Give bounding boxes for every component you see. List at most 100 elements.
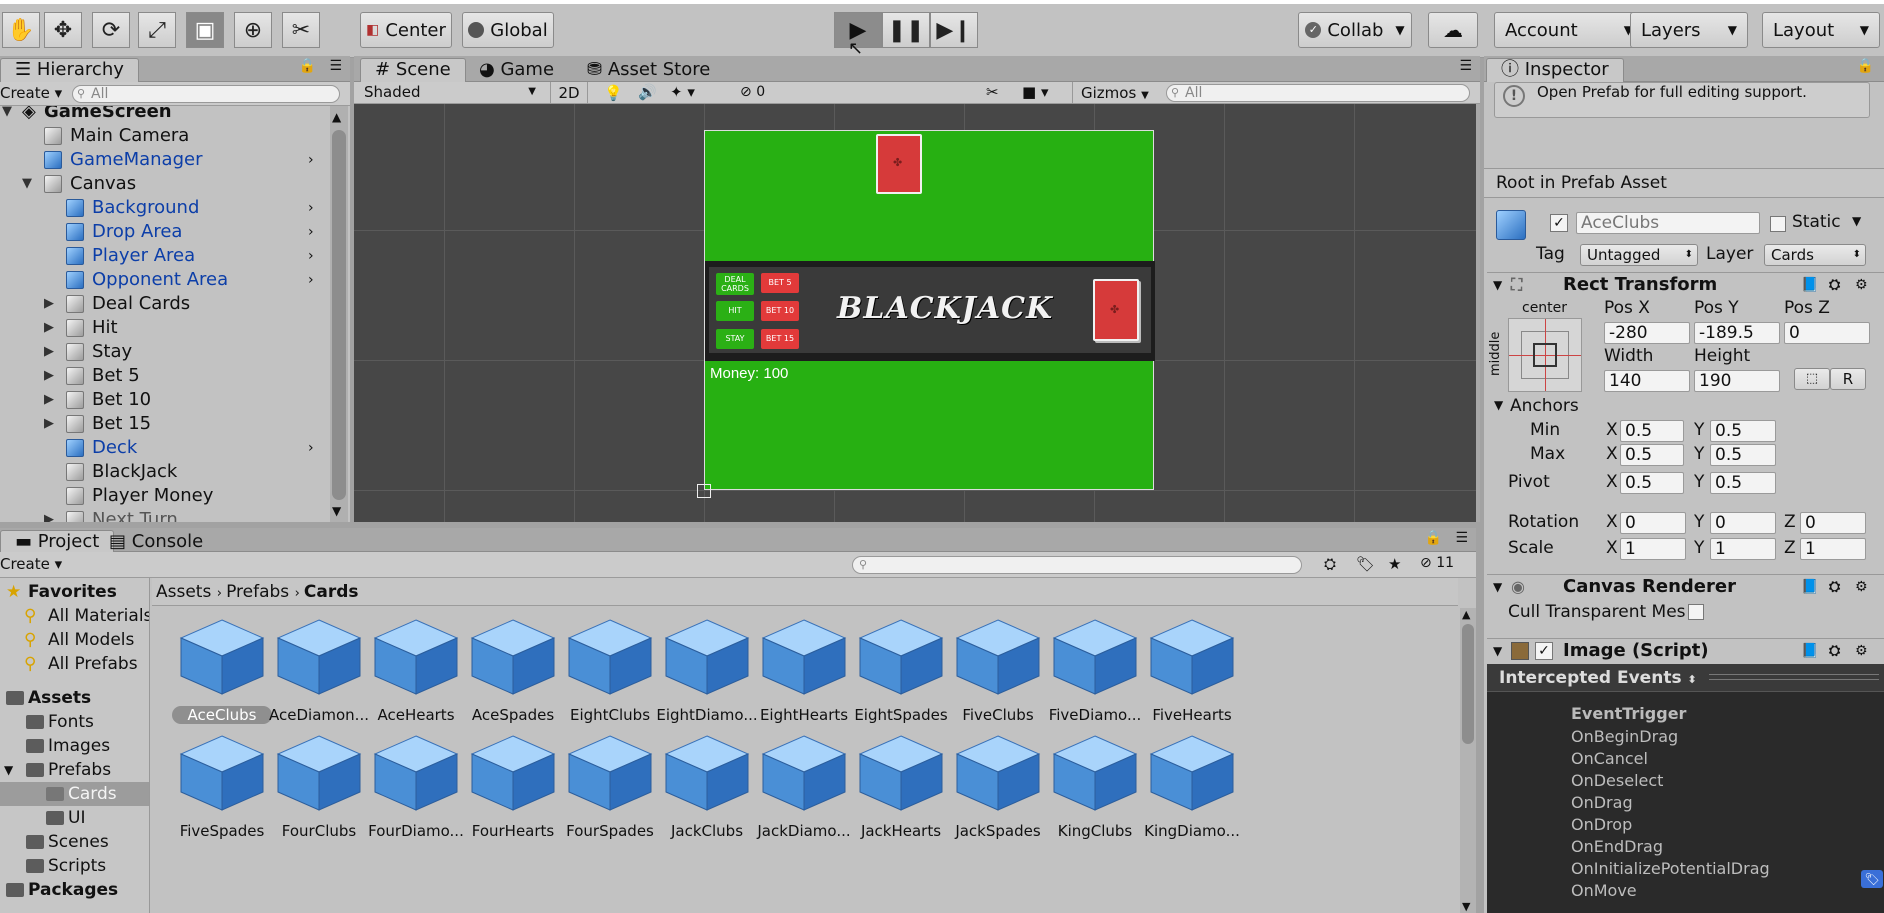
help-book-icon[interactable]: 📘 (1801, 639, 1818, 663)
cull-transparent-checkbox[interactable] (1688, 604, 1704, 620)
bet10-button[interactable]: BET 10 (761, 301, 799, 321)
gear-icon[interactable]: ⚙ (1855, 273, 1868, 297)
hierarchy-item[interactable]: ▼ Canvas (0, 172, 330, 196)
pivot-y-field[interactable]: 0.5 (1710, 472, 1776, 494)
preset-icon[interactable]: ⛭ (1829, 639, 1840, 663)
tag-dropdown[interactable]: Untagged ⬍ (1580, 244, 1698, 266)
hidden-objects-icon[interactable]: ⊘ 0 (740, 84, 765, 100)
hierarchy-item[interactable]: Opponent Area › (0, 268, 330, 292)
scale-tool-icon[interactable]: ⤢ (138, 12, 176, 48)
camera-icon[interactable]: ■ ▾ (1022, 83, 1048, 101)
hierarchy-item[interactable]: Player Money (0, 484, 330, 508)
game-canvas[interactable]: ✤ DEAL CARDS HIT STAY BET 5 BET 10 BET 1… (704, 130, 1155, 490)
pivot-center-toggle[interactable]: ◧ Center (360, 12, 452, 48)
static-checkbox[interactable] (1770, 216, 1786, 232)
hierarchy-item[interactable]: Main Camera (0, 124, 330, 148)
hierarchy-scrollbar[interactable]: ▲ ▼ (330, 106, 348, 522)
chevron-right-icon[interactable]: › (308, 196, 314, 220)
lock-icon[interactable]: 🔒 (1425, 530, 1442, 546)
stay-button[interactable]: STAY (716, 329, 754, 349)
step-button[interactable]: ▶❙ (930, 12, 978, 48)
anchor-max-x-field[interactable]: 0.5 (1620, 444, 1684, 466)
folder-images[interactable]: Images (0, 734, 149, 758)
anchor-max-y-field[interactable]: 0.5 (1710, 444, 1776, 466)
preset-icon[interactable]: ⛭ (1829, 273, 1840, 297)
pos-z-field[interactable]: 0 (1784, 322, 1870, 344)
chevron-right-icon[interactable]: › (308, 244, 314, 268)
asset-item[interactable]: AceClubs (166, 618, 278, 748)
filter-label-icon[interactable]: 🏷 (1356, 555, 1375, 573)
rotation-z-field[interactable]: 0 (1800, 512, 1866, 534)
blueprint-mode-button[interactable]: ⬚ (1794, 368, 1830, 390)
folder-fonts[interactable]: Fonts (0, 710, 149, 734)
expand-arrow-icon[interactable]: ▶ (44, 508, 54, 522)
canvas-renderer-header[interactable]: ▼ ◉ Canvas Renderer 📘 ⛭ ⚙ (1487, 574, 1884, 600)
opponent-card[interactable]: ✤ (876, 134, 922, 194)
intercepted-events-header[interactable]: Intercepted Events ⬍ (1487, 664, 1884, 692)
image-script-header[interactable]: ▼ ✓ Image (Script) 📘 ⛭ ⚙ (1487, 638, 1884, 664)
filter-type-icon[interactable]: ⛭ (1324, 555, 1336, 573)
tab-scene[interactable]: # Scene (360, 58, 466, 82)
chevron-right-icon[interactable]: › (308, 148, 314, 172)
rotation-y-field[interactable]: 0 (1710, 512, 1776, 534)
asset-item[interactable]: KingClubs (1039, 734, 1151, 864)
scale-y-field[interactable]: 1 (1710, 538, 1776, 560)
folder-scripts[interactable]: Scripts (0, 854, 149, 878)
favorite-item[interactable]: ⚲ All Models (0, 628, 149, 652)
folder-scenes[interactable]: Scenes (0, 830, 149, 854)
move-tool-icon[interactable]: ✥ (44, 12, 82, 48)
preset-icon[interactable]: ⛭ (1829, 575, 1840, 599)
expand-arrow-icon[interactable]: ▶ (44, 364, 54, 388)
image-enabled-checkbox[interactable]: ✓ (1535, 642, 1553, 660)
expand-arrow-icon[interactable]: ▶ (44, 340, 54, 364)
scale-z-field[interactable]: 1 (1800, 538, 1866, 560)
expand-arrow-icon[interactable]: ▶ (44, 292, 54, 316)
scroll-down-icon[interactable]: ▼ (332, 504, 341, 518)
project-scrollbar[interactable]: ▲ ▼ (1460, 608, 1476, 913)
asset-item[interactable]: EightSpades (845, 618, 957, 748)
hierarchy-item[interactable]: ▶ Bet 10 (0, 388, 330, 412)
shading-mode-dropdown[interactable]: Shaded ▼ (358, 82, 540, 104)
hierarchy-item[interactable]: ▶ Hit (0, 316, 330, 340)
asset-item[interactable]: EightDiamo... (651, 618, 763, 748)
tab-hierarchy[interactable]: ☰ Hierarchy (0, 58, 139, 82)
account-dropdown[interactable]: Account ▼ (1494, 12, 1644, 48)
assets-folder[interactable]: Assets (0, 686, 149, 710)
space-global-toggle[interactable]: Global (462, 12, 554, 48)
expand-arrow-icon[interactable]: ▼ (1494, 398, 1503, 412)
active-checkbox[interactable]: ✓ (1550, 214, 1568, 232)
expand-arrow-icon[interactable]: ▼ (22, 172, 32, 196)
panel-menu-icon[interactable]: ☰ (1459, 58, 1472, 74)
anchor-presets-button[interactable] (1508, 318, 1582, 392)
asset-item[interactable]: FiveHearts (1136, 618, 1248, 748)
rotate-tool-icon[interactable]: ⟳ (92, 12, 130, 48)
pivot-x-field[interactable]: 0.5 (1620, 472, 1684, 494)
gear-icon[interactable]: ⚙ (1855, 575, 1868, 599)
scroll-down-icon[interactable]: ▼ (1462, 900, 1470, 913)
asset-item[interactable]: AceSpades (457, 618, 569, 748)
bet5-button[interactable]: BET 5 (761, 273, 799, 293)
custom-tool-icon[interactable]: ✂ (282, 12, 320, 48)
scrollbar-thumb[interactable] (332, 130, 346, 500)
layout-dropdown[interactable]: Layout ▼ (1762, 12, 1880, 48)
hierarchy-item[interactable]: ▶ Bet 15 (0, 412, 330, 436)
tab-game[interactable]: ◕ Game (464, 58, 569, 82)
transform-tool-icon[interactable]: ⊕ (234, 12, 272, 48)
anchor-min-x-field[interactable]: 0.5 (1620, 420, 1684, 442)
breadcrumb-cards[interactable]: Cards (304, 582, 359, 602)
breadcrumb-assets[interactable]: Assets (156, 582, 211, 602)
asset-item[interactable]: FourHearts (457, 734, 569, 864)
favorite-item[interactable]: ⚲ All Materials (0, 604, 149, 628)
asset-item[interactable]: JackClubs (651, 734, 763, 864)
rotation-x-field[interactable]: 0 (1620, 512, 1686, 534)
project-search-input[interactable]: ⚲ (852, 556, 1302, 574)
pos-x-field[interactable]: -280 (1604, 322, 1690, 344)
rect-tool-icon[interactable]: ▣ (186, 12, 224, 48)
expand-arrow-icon[interactable]: ▶ (44, 412, 54, 436)
gear-icon[interactable]: ⚙ (1855, 639, 1868, 663)
asset-item[interactable]: AceDiamon... (263, 618, 375, 748)
create-dropdown[interactable]: Create ▾ (0, 84, 62, 102)
chevron-right-icon[interactable]: › (308, 220, 314, 244)
expand-arrow-icon[interactable]: ▶ (44, 388, 54, 412)
scale-x-field[interactable]: 1 (1620, 538, 1686, 560)
